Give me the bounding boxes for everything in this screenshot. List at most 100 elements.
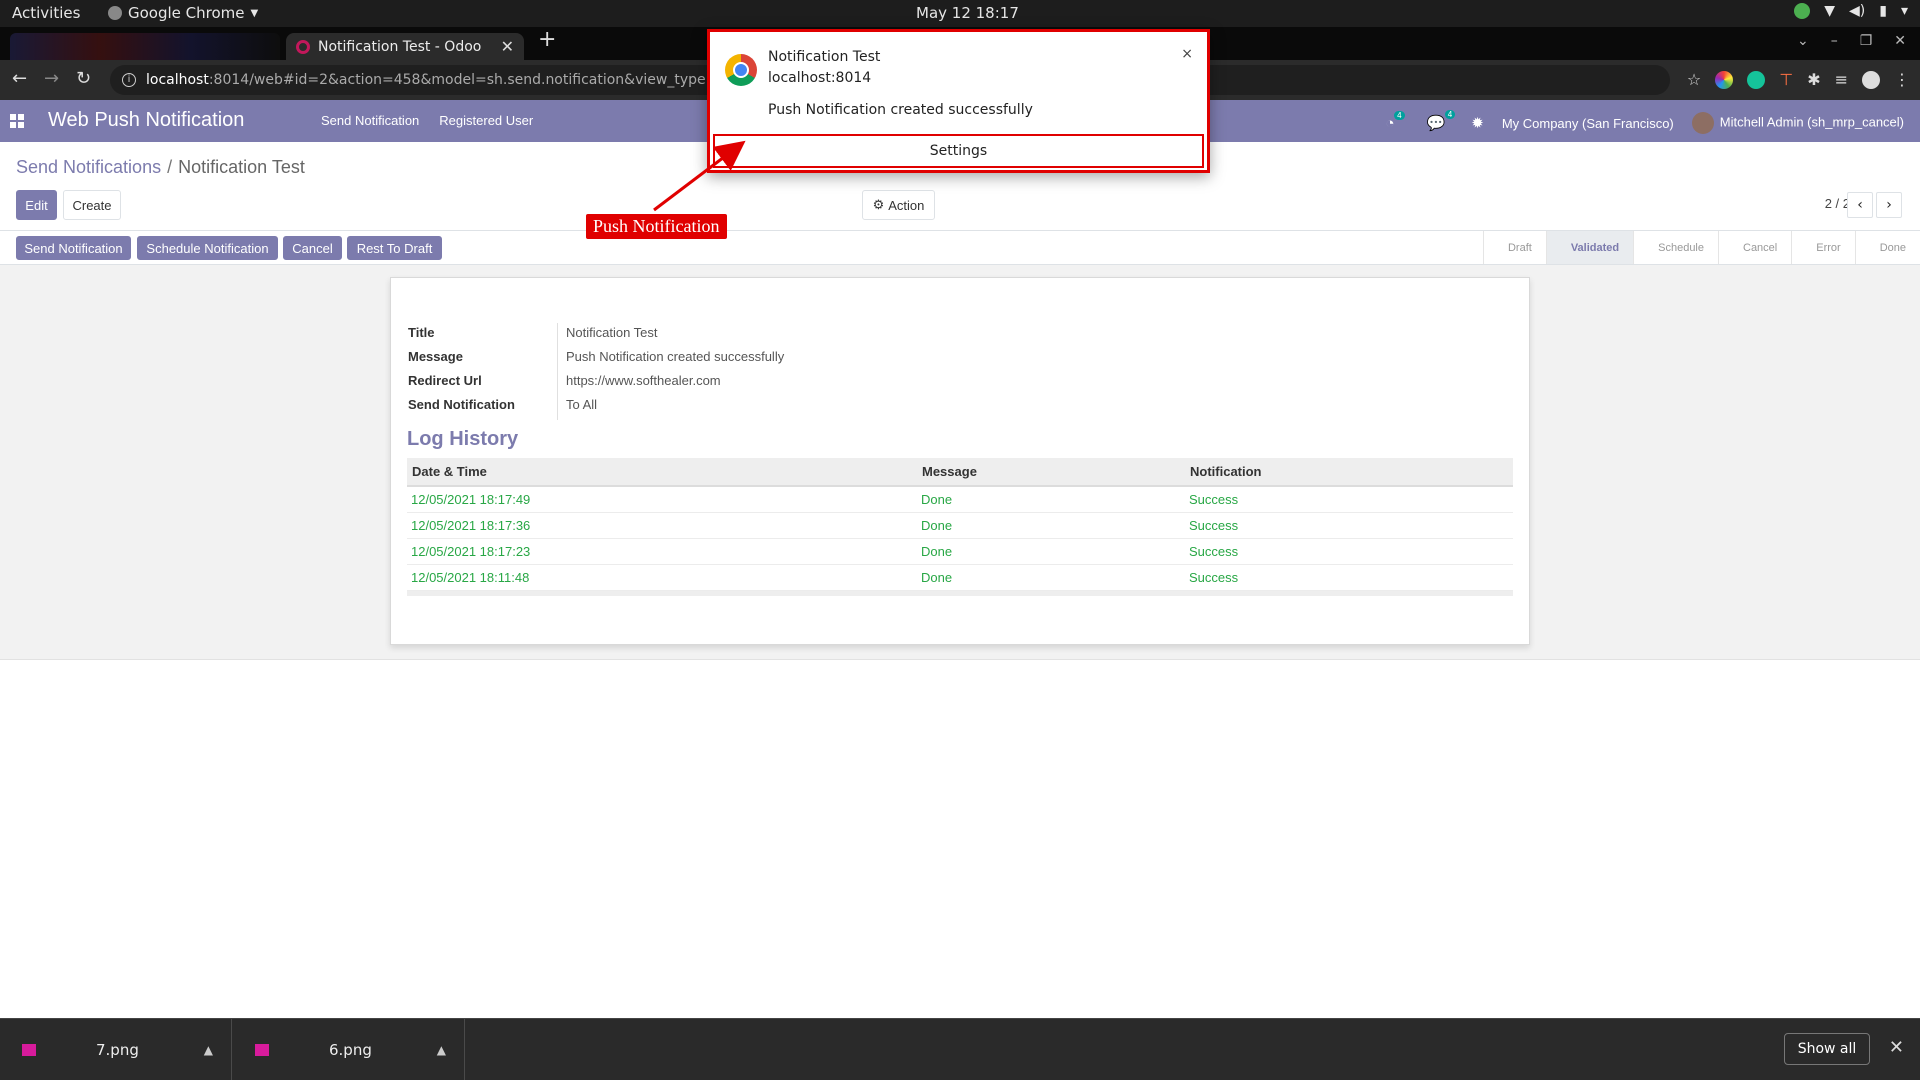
breadcrumb-parent[interactable]: Send Notifications [16, 157, 161, 177]
pager-previous-button[interactable]: ‹ [1847, 192, 1873, 218]
color-extension-icon[interactable] [1715, 70, 1734, 89]
menu-registered-user[interactable]: Registered User [439, 113, 533, 128]
window-controls: ⌄ – ❐ ✕ [1797, 33, 1906, 49]
cancel-button[interactable]: Cancel [283, 236, 342, 260]
bookmark-star-icon[interactable]: ☆ [1687, 70, 1701, 89]
table-row[interactable]: 12/05/2021 18:11:48 Done Success [407, 564, 1513, 591]
column-date-time[interactable]: Date & Time [407, 458, 917, 487]
media-control-icon[interactable]: ≡ [1835, 70, 1848, 89]
forward-icon[interactable]: → [44, 68, 59, 89]
download-item[interactable]: 6.png ▲ [233, 1019, 465, 1080]
back-icon[interactable]: ← [12, 68, 27, 89]
power-menu-icon[interactable]: ▾ [1901, 3, 1908, 19]
apps-menu-icon[interactable] [10, 114, 24, 128]
column-message[interactable]: Message [917, 458, 1185, 487]
status-cancel[interactable]: Cancel [1718, 231, 1791, 264]
breadcrumb-current: Notification Test [178, 157, 305, 177]
restore-icon[interactable]: ❐ [1860, 33, 1873, 49]
active-tab[interactable]: Notification Test - Odoo ✕ [286, 33, 524, 60]
debug-bug-icon[interactable]: ✹ [1471, 114, 1484, 132]
notification-settings-button[interactable]: Settings [713, 134, 1204, 168]
send-notification-button[interactable]: Send Notification [16, 236, 131, 260]
app-menu[interactable]: Google Chrome ▼ [108, 4, 258, 22]
table-row[interactable]: 12/05/2021 18:17:49 Done Success [407, 486, 1513, 513]
schedule-notification-button[interactable]: Schedule Notification [137, 236, 278, 260]
cell-date-time: 12/05/2021 18:11:48 [407, 564, 917, 591]
status-pipeline: Draft Validated Schedule Cancel Error Do… [1482, 231, 1920, 264]
edit-button[interactable]: Edit [16, 190, 57, 220]
activity-clock-icon[interactable]: ◔ 4 [1385, 110, 1405, 132]
breadcrumb-separator: / [167, 157, 173, 177]
show-all-button[interactable]: Show all [1784, 1033, 1870, 1065]
chevron-up-icon[interactable]: ▲ [204, 1043, 213, 1057]
action-dropdown[interactable]: ⚙ Action [862, 190, 935, 220]
download-filename: 7.png [96, 1041, 139, 1059]
redirect-url-value[interactable]: https://www.softhealer.com [566, 373, 721, 388]
cell-date-time: 12/05/2021 18:17:23 [407, 538, 917, 565]
volume-icon[interactable]: ◀) [1849, 3, 1865, 19]
push-notification-popup[interactable]: Notification Test localhost:8014 Push No… [707, 29, 1210, 173]
close-shelf-icon[interactable]: ✕ [1889, 1037, 1904, 1058]
close-window-icon[interactable]: ✕ [1894, 33, 1906, 49]
menu-send-notification[interactable]: Send Notification [321, 113, 419, 128]
chat-bubbles-icon[interactable]: 💬 4 [1427, 110, 1456, 132]
grammarly-icon[interactable] [1747, 70, 1766, 89]
status-draft[interactable]: Draft [1482, 231, 1546, 264]
puzzle-extensions-icon[interactable]: ✱ [1807, 70, 1820, 89]
blurred-tabs[interactable] [10, 33, 280, 60]
table-footer [407, 590, 1513, 596]
status-validated[interactable]: Validated [1545, 231, 1634, 264]
notification-origin: localhost:8014 [768, 70, 872, 86]
company-switcher[interactable]: My Company (San Francisco) [1502, 116, 1674, 131]
notification-close-icon[interactable]: × [1181, 46, 1193, 62]
send-notification-label: Send Notification [408, 397, 515, 412]
status-done[interactable]: Done [1854, 231, 1920, 264]
system-tray[interactable]: ▼ ◀) ▮ ▾ [1794, 3, 1908, 19]
cell-date-time: 12/05/2021 18:17:49 [407, 486, 917, 513]
column-notification[interactable]: Notification [1185, 458, 1513, 487]
git-extension-icon[interactable]: ⊤ [1779, 70, 1793, 89]
pager-next-button[interactable]: › [1876, 192, 1902, 218]
user-avatar [1691, 112, 1714, 134]
image-file-icon [22, 1044, 36, 1056]
reload-icon[interactable]: ↻ [76, 68, 91, 89]
site-info-icon[interactable]: i [122, 73, 136, 87]
table-row[interactable]: 12/05/2021 18:17:36 Done Success [407, 512, 1513, 539]
status-schedule[interactable]: Schedule [1633, 231, 1718, 264]
download-item[interactable]: 7.png ▲ [0, 1019, 232, 1080]
battery-icon[interactable]: ▮ [1879, 3, 1887, 19]
cell-date-time: 12/05/2021 18:17:36 [407, 512, 917, 539]
new-tab-button[interactable]: + [538, 27, 556, 52]
table-row[interactable]: 12/05/2021 18:17:23 Done Success [407, 538, 1513, 565]
profile-avatar-icon[interactable] [1862, 70, 1880, 89]
cell-notification: Success [1185, 564, 1513, 591]
minimize-icon[interactable]: – [1831, 33, 1838, 49]
redirect-url-label: Redirect Url [408, 373, 482, 388]
status-error[interactable]: Error [1791, 231, 1854, 264]
chrome-app-icon [108, 6, 122, 20]
tab-search-icon[interactable]: ⌄ [1797, 33, 1809, 49]
push-notification-callout: Push Notification [586, 214, 727, 239]
message-label: Message [408, 349, 463, 364]
chrome-menu-icon[interactable]: ⋮ [1894, 70, 1910, 89]
notification-message: Push Notification created successfully [768, 102, 1033, 118]
label-divider [557, 323, 558, 420]
reset-to-draft-button[interactable]: Rest To Draft [347, 236, 442, 260]
log-history-title: Log History [407, 428, 519, 450]
cell-message: Done [917, 486, 1185, 513]
clock[interactable]: May 12 18:17 [916, 4, 1019, 22]
gear-icon: ⚙ [872, 197, 885, 212]
tab-title: Notification Test - Odoo [318, 38, 482, 55]
wifi-icon[interactable]: ▼ [1824, 3, 1835, 19]
cell-message: Done [917, 538, 1185, 565]
caret-down-icon: ▼ [250, 7, 259, 19]
app-brand[interactable]: Web Push Notification [48, 109, 244, 132]
activities-button[interactable]: Activities [12, 4, 80, 22]
update-icon[interactable] [1794, 3, 1811, 19]
user-menu[interactable]: Mitchell Admin (sh_mrp_cancel) [1691, 112, 1904, 134]
create-button[interactable]: Create [63, 190, 121, 220]
tab-close-icon[interactable]: ✕ [501, 37, 514, 56]
top-menu: Send Notification Registered User [321, 113, 533, 128]
odoo-favicon-icon [296, 39, 310, 54]
chevron-up-icon[interactable]: ▲ [437, 1043, 446, 1057]
